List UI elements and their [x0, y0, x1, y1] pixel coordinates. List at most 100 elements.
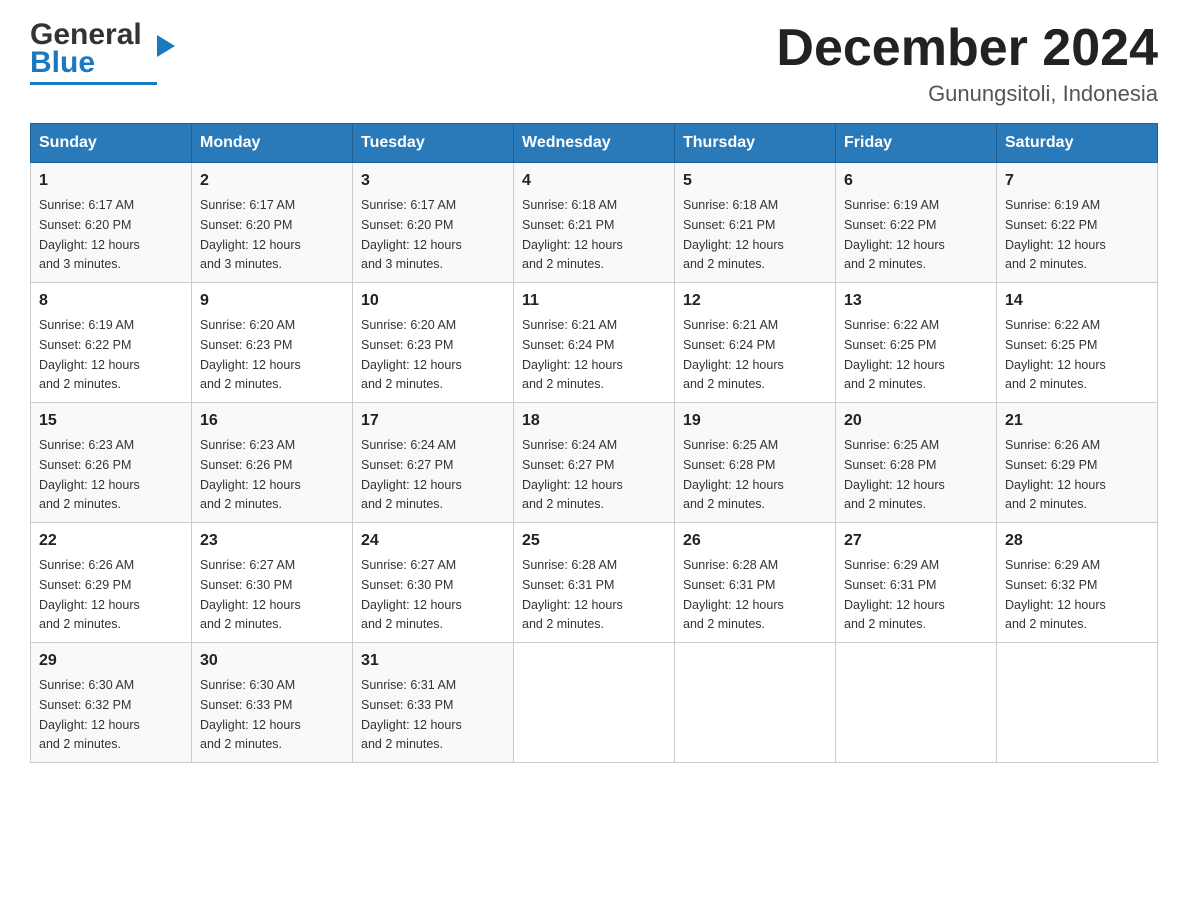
- day-number: 17: [361, 409, 505, 433]
- calendar-week-row-2: 8 Sunrise: 6:19 AMSunset: 6:22 PMDayligh…: [31, 283, 1158, 403]
- day-number: 19: [683, 409, 827, 433]
- calendar-cell: 12 Sunrise: 6:21 AMSunset: 6:24 PMDaylig…: [675, 283, 836, 403]
- day-number: 30: [200, 649, 344, 673]
- day-number: 26: [683, 529, 827, 553]
- calendar-cell: 8 Sunrise: 6:19 AMSunset: 6:22 PMDayligh…: [31, 283, 192, 403]
- day-info: Sunrise: 6:20 AMSunset: 6:23 PMDaylight:…: [200, 318, 301, 391]
- calendar-cell: 16 Sunrise: 6:23 AMSunset: 6:26 PMDaylig…: [192, 403, 353, 523]
- calendar-cell: 28 Sunrise: 6:29 AMSunset: 6:32 PMDaylig…: [997, 523, 1158, 643]
- day-number: 25: [522, 529, 666, 553]
- day-number: 28: [1005, 529, 1149, 553]
- calendar-cell: 24 Sunrise: 6:27 AMSunset: 6:30 PMDaylig…: [353, 523, 514, 643]
- calendar-cell: 30 Sunrise: 6:30 AMSunset: 6:33 PMDaylig…: [192, 643, 353, 763]
- day-info: Sunrise: 6:17 AMSunset: 6:20 PMDaylight:…: [200, 198, 301, 271]
- title-block: December 2024 Gunungsitoli, Indonesia: [776, 20, 1158, 107]
- calendar-cell: 1 Sunrise: 6:17 AMSunset: 6:20 PMDayligh…: [31, 163, 192, 283]
- day-info: Sunrise: 6:22 AMSunset: 6:25 PMDaylight:…: [844, 318, 945, 391]
- day-info: Sunrise: 6:24 AMSunset: 6:27 PMDaylight:…: [522, 438, 623, 511]
- calendar-cell: 14 Sunrise: 6:22 AMSunset: 6:25 PMDaylig…: [997, 283, 1158, 403]
- calendar-cell: 25 Sunrise: 6:28 AMSunset: 6:31 PMDaylig…: [514, 523, 675, 643]
- day-number: 15: [39, 409, 183, 433]
- calendar-cell: 7 Sunrise: 6:19 AMSunset: 6:22 PMDayligh…: [997, 163, 1158, 283]
- calendar-cell: 11 Sunrise: 6:21 AMSunset: 6:24 PMDaylig…: [514, 283, 675, 403]
- day-info: Sunrise: 6:29 AMSunset: 6:31 PMDaylight:…: [844, 558, 945, 631]
- day-info: Sunrise: 6:17 AMSunset: 6:20 PMDaylight:…: [39, 198, 140, 271]
- calendar-week-row-1: 1 Sunrise: 6:17 AMSunset: 6:20 PMDayligh…: [31, 163, 1158, 283]
- day-info: Sunrise: 6:28 AMSunset: 6:31 PMDaylight:…: [683, 558, 784, 631]
- month-title: December 2024: [776, 20, 1158, 77]
- day-number: 23: [200, 529, 344, 553]
- day-info: Sunrise: 6:24 AMSunset: 6:27 PMDaylight:…: [361, 438, 462, 511]
- calendar-cell: 23 Sunrise: 6:27 AMSunset: 6:30 PMDaylig…: [192, 523, 353, 643]
- calendar-cell: 2 Sunrise: 6:17 AMSunset: 6:20 PMDayligh…: [192, 163, 353, 283]
- logo-blue-text: Blue: [30, 46, 95, 79]
- day-info: Sunrise: 6:18 AMSunset: 6:21 PMDaylight:…: [683, 198, 784, 271]
- calendar-cell: 21 Sunrise: 6:26 AMSunset: 6:29 PMDaylig…: [997, 403, 1158, 523]
- day-info: Sunrise: 6:19 AMSunset: 6:22 PMDaylight:…: [39, 318, 140, 391]
- day-info: Sunrise: 6:29 AMSunset: 6:32 PMDaylight:…: [1005, 558, 1106, 631]
- calendar-cell: [836, 643, 997, 763]
- day-number: 7: [1005, 169, 1149, 193]
- calendar-cell: 5 Sunrise: 6:18 AMSunset: 6:21 PMDayligh…: [675, 163, 836, 283]
- day-info: Sunrise: 6:21 AMSunset: 6:24 PMDaylight:…: [683, 318, 784, 391]
- calendar-cell: [997, 643, 1158, 763]
- day-info: Sunrise: 6:17 AMSunset: 6:20 PMDaylight:…: [361, 198, 462, 271]
- calendar-cell: 20 Sunrise: 6:25 AMSunset: 6:28 PMDaylig…: [836, 403, 997, 523]
- calendar-cell: 10 Sunrise: 6:20 AMSunset: 6:23 PMDaylig…: [353, 283, 514, 403]
- calendar-header-row: Sunday Monday Tuesday Wednesday Thursday…: [31, 124, 1158, 163]
- calendar-cell: 13 Sunrise: 6:22 AMSunset: 6:25 PMDaylig…: [836, 283, 997, 403]
- col-saturday: Saturday: [997, 124, 1158, 163]
- day-number: 8: [39, 289, 183, 313]
- calendar-cell: 27 Sunrise: 6:29 AMSunset: 6:31 PMDaylig…: [836, 523, 997, 643]
- day-number: 18: [522, 409, 666, 433]
- day-info: Sunrise: 6:21 AMSunset: 6:24 PMDaylight:…: [522, 318, 623, 391]
- day-number: 16: [200, 409, 344, 433]
- day-info: Sunrise: 6:27 AMSunset: 6:30 PMDaylight:…: [200, 558, 301, 631]
- logo: General Blue: [30, 20, 157, 85]
- calendar-cell: [675, 643, 836, 763]
- calendar-cell: 22 Sunrise: 6:26 AMSunset: 6:29 PMDaylig…: [31, 523, 192, 643]
- col-thursday: Thursday: [675, 124, 836, 163]
- day-info: Sunrise: 6:28 AMSunset: 6:31 PMDaylight:…: [522, 558, 623, 631]
- day-number: 12: [683, 289, 827, 313]
- day-number: 5: [683, 169, 827, 193]
- day-info: Sunrise: 6:30 AMSunset: 6:32 PMDaylight:…: [39, 678, 140, 751]
- calendar-week-row-5: 29 Sunrise: 6:30 AMSunset: 6:32 PMDaylig…: [31, 643, 1158, 763]
- day-number: 14: [1005, 289, 1149, 313]
- col-sunday: Sunday: [31, 124, 192, 163]
- day-number: 9: [200, 289, 344, 313]
- day-number: 22: [39, 529, 183, 553]
- day-number: 31: [361, 649, 505, 673]
- day-info: Sunrise: 6:26 AMSunset: 6:29 PMDaylight:…: [1005, 438, 1106, 511]
- calendar-week-row-3: 15 Sunrise: 6:23 AMSunset: 6:26 PMDaylig…: [31, 403, 1158, 523]
- calendar-cell: [514, 643, 675, 763]
- day-number: 10: [361, 289, 505, 313]
- col-friday: Friday: [836, 124, 997, 163]
- calendar-cell: 31 Sunrise: 6:31 AMSunset: 6:33 PMDaylig…: [353, 643, 514, 763]
- day-number: 13: [844, 289, 988, 313]
- day-number: 11: [522, 289, 666, 313]
- day-number: 27: [844, 529, 988, 553]
- day-info: Sunrise: 6:26 AMSunset: 6:29 PMDaylight:…: [39, 558, 140, 631]
- day-info: Sunrise: 6:27 AMSunset: 6:30 PMDaylight:…: [361, 558, 462, 631]
- calendar-cell: 18 Sunrise: 6:24 AMSunset: 6:27 PMDaylig…: [514, 403, 675, 523]
- day-info: Sunrise: 6:25 AMSunset: 6:28 PMDaylight:…: [683, 438, 784, 511]
- day-info: Sunrise: 6:19 AMSunset: 6:22 PMDaylight:…: [1005, 198, 1106, 271]
- day-info: Sunrise: 6:23 AMSunset: 6:26 PMDaylight:…: [39, 438, 140, 511]
- day-number: 6: [844, 169, 988, 193]
- day-info: Sunrise: 6:19 AMSunset: 6:22 PMDaylight:…: [844, 198, 945, 271]
- day-info: Sunrise: 6:31 AMSunset: 6:33 PMDaylight:…: [361, 678, 462, 751]
- day-info: Sunrise: 6:23 AMSunset: 6:26 PMDaylight:…: [200, 438, 301, 511]
- day-number: 20: [844, 409, 988, 433]
- day-number: 2: [200, 169, 344, 193]
- calendar-cell: 26 Sunrise: 6:28 AMSunset: 6:31 PMDaylig…: [675, 523, 836, 643]
- day-number: 4: [522, 169, 666, 193]
- logo-underline: [30, 82, 157, 85]
- calendar-cell: 6 Sunrise: 6:19 AMSunset: 6:22 PMDayligh…: [836, 163, 997, 283]
- day-number: 3: [361, 169, 505, 193]
- day-info: Sunrise: 6:22 AMSunset: 6:25 PMDaylight:…: [1005, 318, 1106, 391]
- day-number: 21: [1005, 409, 1149, 433]
- col-monday: Monday: [192, 124, 353, 163]
- calendar-cell: 4 Sunrise: 6:18 AMSunset: 6:21 PMDayligh…: [514, 163, 675, 283]
- calendar-cell: 19 Sunrise: 6:25 AMSunset: 6:28 PMDaylig…: [675, 403, 836, 523]
